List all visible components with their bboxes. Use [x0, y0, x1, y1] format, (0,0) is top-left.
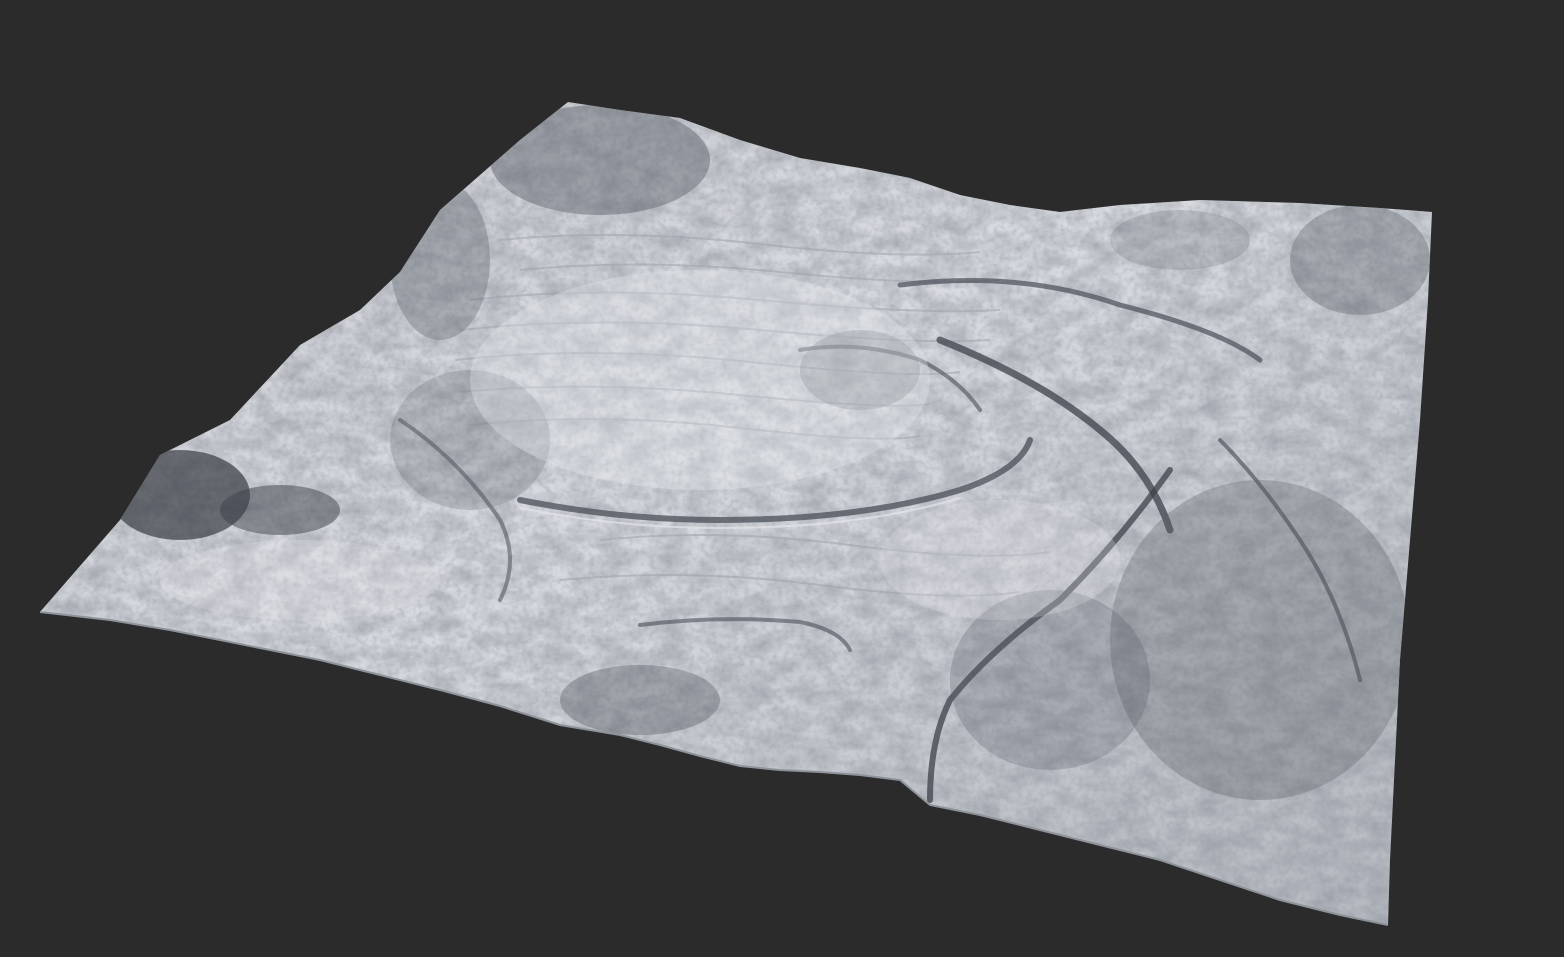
terrain-render	[39, 102, 1432, 926]
3d-viewport[interactable]	[0, 0, 1564, 957]
terrain-detail	[40, 102, 1432, 925]
